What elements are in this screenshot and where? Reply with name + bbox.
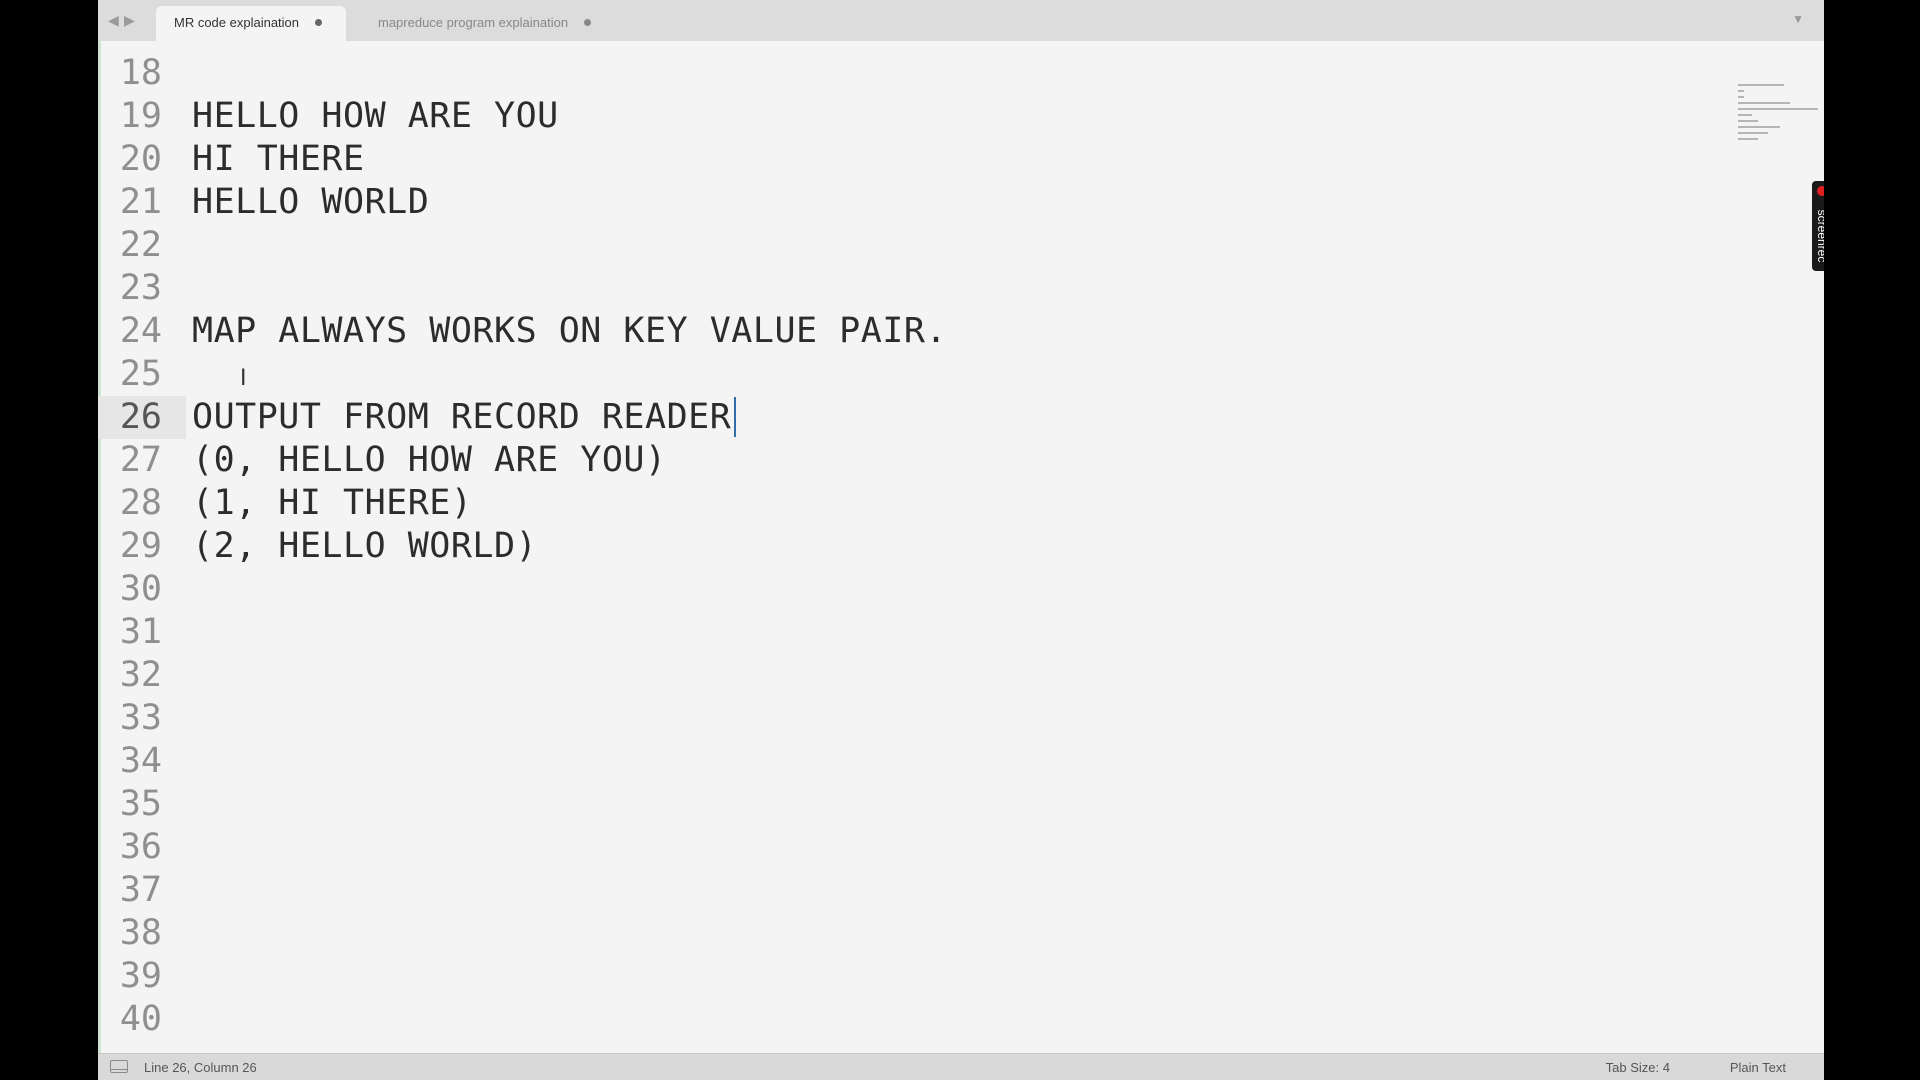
syntax-selector[interactable]: Plain Text [1730,1054,1786,1080]
line-number: 18 [119,53,162,93]
status-bar: Line 26, Column 26 Tab Size: 4 Plain Tex… [98,1053,1824,1080]
line-number: 37 [119,870,162,910]
screenrec-label: screenrec [1815,209,1824,263]
editor-line[interactable]: 26 OUTPUT FROM RECORD READER [98,396,1698,439]
tab-bar: ◀ ▶ MR code explaination mapreduce progr… [98,0,1824,42]
line-number: 34 [119,741,162,781]
text-editor[interactable]: 18 19 HELLO HOW ARE YOU 20 HI THERE 21 HELLO W… [98,41,1824,1053]
unsaved-dot-icon[interactable] [315,19,323,27]
line-number: 21 [119,182,162,222]
editor-line[interactable]: 32 [98,654,1698,697]
line-number: 27 [119,440,162,480]
line-number: 25 [119,354,162,394]
editor-line[interactable]: 28 (1, HI THERE) [98,482,1698,525]
line-text[interactable]: HELLO WORLD [192,181,429,224]
line-number: 40 [119,999,162,1039]
panel-toggle-icon[interactable] [110,1060,128,1073]
editor-line[interactable]: 37 [98,869,1698,912]
editor-line[interactable]: 27 (0, HELLO HOW ARE YOU) [98,439,1698,482]
line-text[interactable]: HI THERE [192,138,365,181]
editor-line[interactable]: 21 HELLO WORLD [98,181,1698,224]
editor-line[interactable]: 19 HELLO HOW ARE YOU [98,95,1698,138]
line-number: 20 [119,139,162,179]
ibeam-cursor-icon: I [240,366,247,391]
line-number: 26 [98,396,186,439]
editor-line[interactable]: 40 [98,998,1698,1041]
editor-line[interactable]: 20 HI THERE [98,138,1698,181]
tab-label: MR code explaination [174,15,300,30]
line-number: 35 [119,784,162,824]
editor-line[interactable]: 39 [98,955,1698,998]
forward-arrow-icon[interactable]: ▶ [124,12,135,29]
editor-line[interactable]: 33 [98,697,1698,740]
editor-line[interactable]: 38 [98,912,1698,955]
line-number: 22 [119,225,162,265]
back-arrow-icon[interactable]: ◀ [108,12,119,29]
line-number: 19 [119,96,162,136]
line-number: 39 [119,956,162,996]
line-number: 38 [119,913,162,953]
line-number: 31 [119,612,162,652]
editor-line[interactable]: 18 [98,52,1698,95]
editor-line[interactable]: 35 [98,783,1698,826]
editor-line[interactable]: 31 [98,611,1698,654]
tab-mr-code-explaination[interactable]: MR code explaination [156,6,347,41]
editor-line[interactable]: 24 MAP ALWAYS WORKS ON KEY VALUE PAIR. [98,310,1698,353]
cursor-position[interactable]: Line 26, Column 26 [144,1054,257,1080]
tab-size-selector[interactable]: Tab Size: 4 [1606,1054,1670,1080]
chevron-down-icon[interactable]: ▼ [1792,12,1804,26]
line-text[interactable]: (2, HELLO WORLD) [192,525,537,568]
tab-label: mapreduce program explaination [378,15,569,30]
editor-window: ◀ ▶ MR code explaination mapreduce progr… [98,0,1824,1080]
screenrec-badge[interactable]: screenrec [1812,181,1824,271]
line-number: 23 [119,268,162,308]
editor-line[interactable]: 34 [98,740,1698,783]
line-number: 24 [119,311,162,351]
editor-line[interactable]: 30 [98,568,1698,611]
line-number: 32 [119,655,162,695]
line-number: 28 [119,483,162,523]
record-dot-icon [1817,186,1824,196]
editor-line[interactable]: 36 [98,826,1698,869]
line-text[interactable]: MAP ALWAYS WORKS ON KEY VALUE PAIR. [192,310,947,353]
line-number: 29 [119,526,162,566]
editor-line[interactable]: 29 (2, HELLO WORLD) [98,525,1698,568]
tab-mapreduce-program-explaination[interactable]: mapreduce program explaination [360,6,615,41]
line-number: 36 [119,827,162,867]
line-text[interactable]: (0, HELLO HOW ARE YOU) [192,439,667,482]
line-number: 30 [119,569,162,609]
editor-line[interactable]: 23 [98,267,1698,310]
editor-line[interactable]: 22 [98,224,1698,267]
minimap[interactable] [1738,84,1818,164]
line-number: 33 [119,698,162,738]
line-text[interactable]: (1, HI THERE) [192,482,472,525]
text-caret [734,397,736,437]
unsaved-dot-icon[interactable] [584,19,592,27]
editor-line[interactable]: 25 [98,353,1698,396]
line-text[interactable]: HELLO HOW ARE YOU [192,95,559,138]
line-text[interactable]: OUTPUT FROM RECORD READER [192,396,731,439]
